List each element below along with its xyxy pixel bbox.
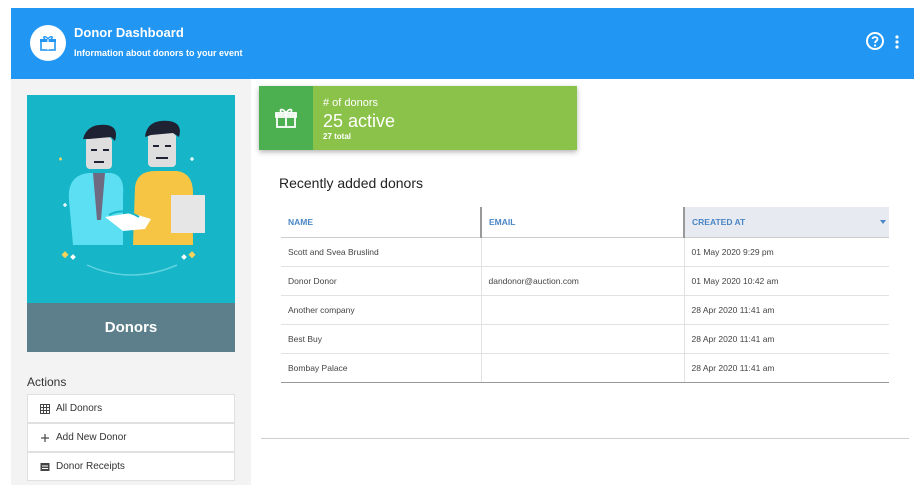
donors-card-label: Donors: [27, 303, 235, 352]
all-donors-button[interactable]: All Donors: [27, 394, 235, 423]
handshake-illustration: [59, 120, 205, 276]
plus-icon: [40, 433, 50, 443]
cell-created-at: 28 Apr 2020 11:41 am: [683, 295, 889, 325]
cell-name: Best Buy: [281, 324, 481, 354]
page-title: Donor Dashboard: [74, 25, 184, 40]
add-new-donor-label: Add New Donor: [56, 432, 127, 443]
table-row[interactable]: Best Buy 28 Apr 2020 11:41 am: [281, 324, 889, 354]
cell-created-at: 01 May 2020 10:42 am: [683, 266, 889, 296]
page-subtitle: Information about donors to your event: [74, 48, 243, 58]
column-header-created-at[interactable]: CREATED AT: [683, 207, 889, 238]
cell-name: Scott and Svea Bruslind: [281, 237, 481, 267]
table-row[interactable]: Scott and Svea Bruslind 01 May 2020 9:29…: [281, 237, 889, 267]
top-strip: [0, 0, 914, 8]
gift-icon: [259, 86, 313, 150]
stat-total: 27 total: [323, 132, 352, 141]
recent-donors-table: NAME EMAIL CREATED AT Scott and Svea Bru…: [281, 207, 889, 383]
help-circle-icon[interactable]: [865, 31, 885, 51]
cell-email: [480, 295, 684, 325]
add-new-donor-button[interactable]: Add New Donor: [27, 423, 235, 452]
cell-created-at: 01 May 2020 9:29 pm: [683, 237, 889, 267]
cell-email: [480, 324, 684, 354]
recent-donors-title: Recently added donors: [279, 175, 423, 191]
app-header: Donor Dashboard Information about donors…: [11, 8, 914, 79]
donor-receipts-button[interactable]: Donor Receipts: [27, 452, 235, 481]
column-header-created-at-label: CREATED AT: [692, 216, 746, 227]
table-row[interactable]: Another company 28 Apr 2020 11:41 am: [281, 295, 889, 325]
cell-created-at: 28 Apr 2020 11:41 am: [683, 353, 889, 383]
more-vert-icon[interactable]: [894, 34, 900, 50]
cell-email: [480, 237, 684, 267]
sort-desc-icon[interactable]: [880, 220, 886, 224]
actions-title: Actions: [27, 375, 67, 389]
donor-receipts-label: Donor Receipts: [56, 461, 125, 472]
all-donors-label: All Donors: [56, 403, 103, 414]
sidebar: Donors Actions All Donors Add New Donor: [11, 79, 251, 485]
cell-name: Bombay Palace: [281, 353, 481, 383]
column-header-email[interactable]: EMAIL: [480, 207, 684, 238]
gift-icon: [30, 25, 66, 61]
table-row[interactable]: Donor Donor dandonor@auction.com 01 May …: [281, 266, 889, 296]
stat-value: 25 active: [323, 111, 396, 131]
receipt-icon: [40, 462, 50, 472]
cell-email: dandonor@auction.com: [480, 266, 684, 296]
cell-created-at: 28 Apr 2020 11:41 am: [683, 324, 889, 354]
grid-icon: [40, 403, 50, 414]
column-header-name[interactable]: NAME: [281, 207, 481, 238]
table-header-row: NAME EMAIL CREATED AT: [281, 207, 889, 238]
cell-email: [480, 353, 684, 383]
table-row[interactable]: Bombay Palace 28 Apr 2020 11:41 am: [281, 353, 889, 383]
section-divider: [261, 438, 909, 439]
donors-card[interactable]: Donors: [27, 95, 235, 352]
cell-name: Another company: [281, 295, 481, 325]
stat-label: # of donors: [323, 97, 379, 109]
cell-name: Donor Donor: [281, 266, 481, 296]
donor-count-card: # of donors 25 active 27 total: [259, 86, 577, 150]
